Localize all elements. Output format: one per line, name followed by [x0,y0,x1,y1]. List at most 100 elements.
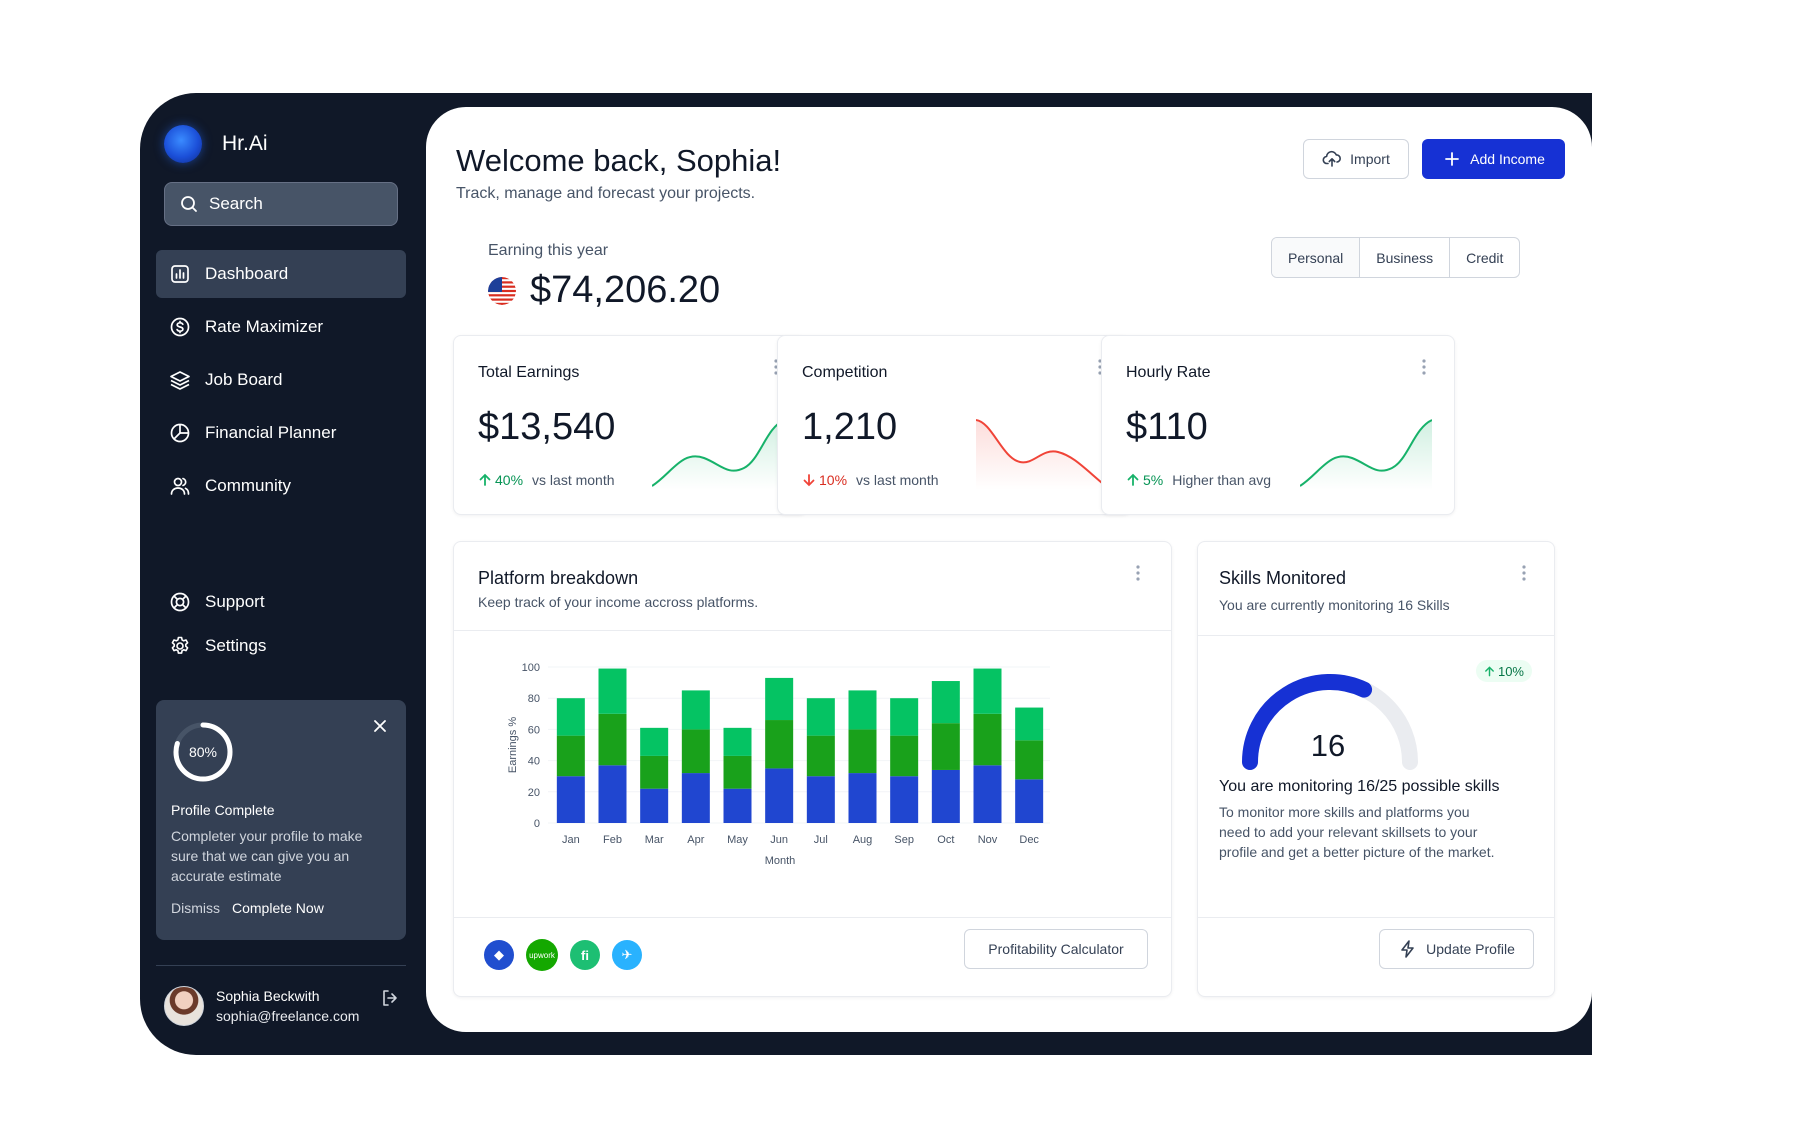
page-subtitle: Track, manage and forecast your projects… [456,185,756,202]
sidebar-divider [156,965,406,966]
bar-segment[interactable] [765,720,794,769]
main-content: Welcome back, Sophia! Track, manage and … [426,107,1592,1032]
bar-segment[interactable] [931,723,960,770]
kpi-delta-context: vs last month [856,472,939,488]
kpi-title: Hourly Rate [1126,364,1211,381]
update-profile-button[interactable]: Update Profile [1379,929,1534,969]
kpi-delta: 40% vs last month [478,472,615,488]
search-placeholder: Search [209,194,263,213]
bar-segment[interactable] [681,690,710,730]
skills-description: To monitor more skills and platforms you… [1219,804,1495,860]
panel-title: Platform breakdown [478,568,639,588]
y-tick-label: 0 [534,818,540,830]
fiverr-icon[interactable]: fi [570,940,600,970]
upwork-icon[interactable]: upwork [526,939,558,971]
y-axis-label: Earnings % [507,717,519,773]
bar-segment[interactable] [681,773,710,823]
arrow-down-icon [803,474,815,487]
bar-segment[interactable] [890,776,919,823]
kpi-value: $110 [1126,406,1208,448]
logout-icon[interactable] [380,988,400,1008]
bar-segment[interactable] [723,755,752,789]
user-profile[interactable]: Sophia Beckwith sophia@freelance.com [164,986,400,1026]
complete-now-button[interactable]: Complete Now [232,900,324,916]
pie-chart-icon [170,423,190,443]
bar-segment[interactable] [973,713,1002,766]
kpi-delta-pct: 40% [495,472,524,488]
x-tick-label: Dec [1019,834,1039,846]
add-income-button[interactable]: Add Income [1422,139,1565,179]
bar-segment[interactable] [598,765,627,823]
panel-subtitle: You are currently monitoring 16 Skills [1219,597,1450,613]
x-tick-label: Aug [853,834,873,846]
user-name: Sophia Beckwith [216,988,320,1004]
bar-segment[interactable] [681,729,710,774]
logo[interactable]: Hr.Ai [164,125,268,163]
close-icon[interactable] [372,718,388,734]
x-tick-label: Nov [978,834,998,846]
main-nav: Dashboard Rate Maximizer Job Board Finan… [156,250,406,515]
import-button[interactable]: Import [1303,139,1409,179]
x-tick-label: May [727,834,748,846]
platform-breakdown-panel: Platform breakdown Keep track of your in… [453,541,1172,997]
bar-segment[interactable] [890,698,919,736]
bar-segment[interactable] [1015,707,1044,741]
x-tick-label: Mar [645,834,664,846]
kpi-title: Total Earnings [478,364,580,381]
bar-segment[interactable] [848,690,877,730]
bar-segment[interactable] [556,776,585,823]
bar-segment[interactable] [931,681,960,724]
bar-segment[interactable] [723,727,752,756]
bar-segment[interactable] [598,713,627,766]
bar-segment[interactable] [640,727,669,756]
more-options-icon[interactable] [1422,358,1426,376]
earning-summary: $74,206.20 [488,269,720,312]
search-input[interactable]: Search [164,182,398,226]
bar-segment[interactable] [973,765,1002,823]
bar-segment[interactable] [1015,740,1044,780]
bar-segment[interactable] [848,729,877,774]
bar-segment[interactable] [890,735,919,777]
bar-segment[interactable] [1015,779,1044,823]
panel-divider [454,630,1171,631]
profitability-calculator-button[interactable]: Profitability Calculator [964,929,1148,969]
bar-segment[interactable] [556,698,585,736]
bar-segment[interactable] [723,788,752,823]
dismiss-button[interactable]: Dismiss [171,900,220,916]
bar-segment[interactable] [848,773,877,823]
bar-segment[interactable] [806,735,835,777]
nav-item-settings[interactable]: Settings [156,626,406,666]
nav-label: Support [205,592,265,611]
segment-credit[interactable]: Credit [1449,238,1519,277]
x-tick-label: Jan [562,834,580,846]
panel-divider [1198,917,1554,918]
nav-item-financial-planner[interactable]: Financial Planner [156,409,406,457]
toptal-icon[interactable]: ◆ [484,940,514,970]
bar-segment[interactable] [640,755,669,789]
segment-personal[interactable]: Personal [1272,238,1360,277]
bar-segment[interactable] [765,768,794,823]
x-tick-label: Apr [687,834,704,846]
bar-segment[interactable] [556,735,585,777]
bar-segment[interactable] [806,776,835,823]
bar-segment[interactable] [765,677,794,721]
nav-item-job-board[interactable]: Job Board [156,356,406,404]
nav-item-community[interactable]: Community [156,462,406,510]
nav-item-dashboard[interactable]: Dashboard [156,250,406,298]
more-options-icon[interactable] [1522,564,1526,582]
bar-segment[interactable] [931,769,960,823]
bar-segment[interactable] [973,668,1002,714]
skills-headline: You are monitoring 16/25 possible skills [1219,778,1500,795]
y-tick-label: 40 [528,756,540,768]
more-options-icon[interactable] [1136,564,1140,582]
kpi-value: $13,540 [478,406,616,448]
bar-segment[interactable] [806,698,835,736]
import-label: Import [1350,151,1390,167]
bar-segment[interactable] [598,668,627,714]
nav-item-rate-maximizer[interactable]: Rate Maximizer [156,303,406,351]
bar-segment[interactable] [640,788,669,823]
nav-item-support[interactable]: Support [156,582,406,622]
freelancer-icon[interactable]: ✈ [612,940,642,970]
x-tick-label: Jun [770,834,788,846]
segment-business[interactable]: Business [1359,238,1449,277]
